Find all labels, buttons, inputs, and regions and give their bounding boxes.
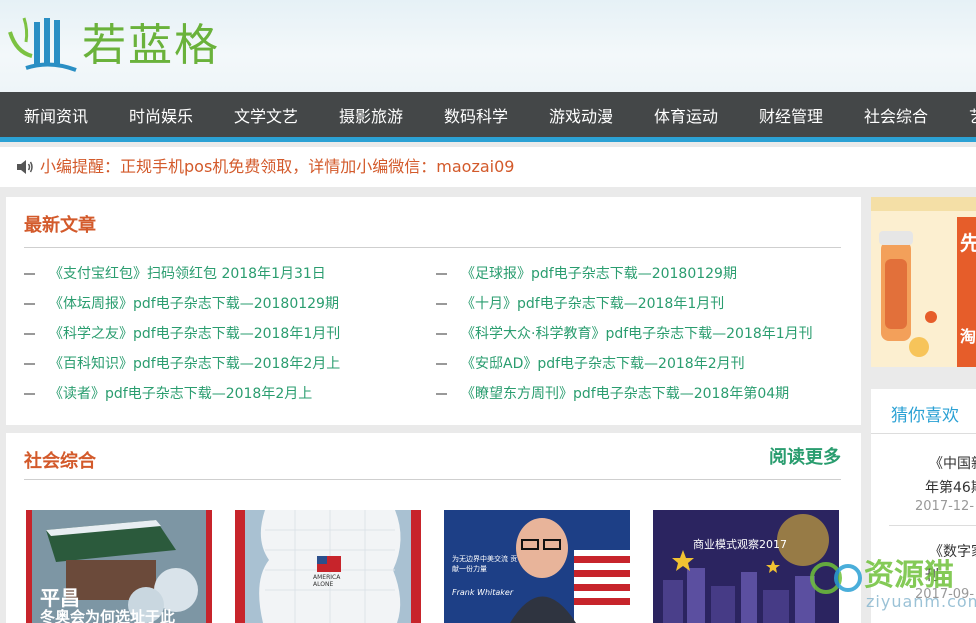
nav-item-games-anime[interactable]: 游戏动漫	[549, 92, 613, 137]
divider	[24, 247, 841, 248]
article-thumbnail[interactable]: 商业模式观察2017	[653, 510, 839, 623]
nav-item-digital-science[interactable]: 数码科学	[444, 92, 508, 137]
read-more-link[interactable]: 阅读更多	[769, 443, 841, 469]
notice-bar: 小编提醒：正规手机pos机免费领取，详情加小编微信：maozai09	[0, 147, 976, 187]
list-item[interactable]: 《科学大众·科学教育》pdf电子杂志下载—2018年1月刊	[436, 319, 813, 349]
ad-text: 先	[960, 231, 976, 255]
city-night-cover-image	[653, 510, 839, 623]
nav-item-fashion[interactable]: 时尚娱乐	[129, 92, 193, 137]
latest-articles-title: 最新文章	[24, 215, 96, 236]
nav-item-finance[interactable]: 财经管理	[759, 92, 823, 137]
site-logo-text[interactable]: 若蓝格	[82, 18, 220, 74]
nav-item-news[interactable]: 新闻资讯	[24, 92, 88, 137]
list-item[interactable]: 《科学之友》pdf电子杂志下载—2018年1月刊	[24, 319, 340, 349]
list-item[interactable]: 《十月》pdf电子杂志下载—2018年1月刊	[436, 289, 724, 319]
divider	[871, 433, 976, 434]
article-thumbnail[interactable]: 平昌 冬奥会为何选址于此	[26, 510, 212, 623]
sidebar-item-date: 2017-09-	[915, 587, 975, 602]
book-logo-icon[interactable]	[6, 12, 80, 76]
main-nav: 新闻资讯 时尚娱乐 文学文艺 摄影旅游 数码科学 游戏动漫 体育运动 财经管理 …	[0, 92, 976, 142]
sidebar-ad-banner[interactable]: 先 淘	[871, 197, 976, 367]
site-header: 若蓝格	[0, 0, 976, 92]
sidebar-item-link[interactable]: 《中国新	[929, 453, 976, 473]
sidebar-item-link[interactable]: 年第46期	[925, 477, 976, 497]
list-item[interactable]: 《体坛周报》pdf电子杂志下载—20180129期	[24, 289, 339, 319]
list-item[interactable]: 《足球报》pdf电子杂志下载—20180129期	[436, 259, 737, 289]
divider	[24, 479, 841, 480]
social-section-panel: 社会综合 阅读更多 平昌 冬奥会为何选址于此 AMERICA ALONE 为无边…	[6, 433, 861, 623]
list-item[interactable]: 《安邸AD》pdf电子杂志下载—2018年2月刊	[436, 349, 745, 379]
thumbnail-subcaption: 冬奥会为何选址于此	[40, 608, 176, 623]
sidebar-recommend: 猜你喜欢 《中国新 年第46期 2017-12- 《数字家 刊 2017-09-	[871, 389, 976, 623]
sidebar-recommend-title: 猜你喜欢	[891, 406, 959, 426]
social-section-title[interactable]: 社会综合	[24, 447, 96, 473]
article-thumbnail[interactable]: 为无边界中美交流 贡献一份力量 Frank Whitaker	[444, 510, 630, 623]
speaker-icon	[17, 160, 33, 174]
list-item[interactable]: 《瞭望东方周刊》pdf电子杂志下载—2018年第04期	[436, 379, 789, 409]
sidebar-item-link[interactable]: 《数字家	[929, 541, 976, 561]
thumbnail-caption: 为无边界中美交流 贡献一份力量	[452, 555, 518, 573]
map-cover-image	[235, 510, 421, 623]
sidebar-item-link[interactable]: 刊	[925, 565, 939, 585]
latest-articles-panel: 最新文章 《支付宝红包》扫码领红包 2018年1月31日 《足球报》pdf电子杂…	[6, 197, 861, 425]
thumbnail-caption: 商业模式观察2017	[693, 538, 787, 551]
nav-item-art[interactable]: 艺	[969, 92, 976, 137]
nav-item-society[interactable]: 社会综合	[864, 92, 928, 137]
nav-item-literature[interactable]: 文学文艺	[234, 92, 298, 137]
sidebar-item-date: 2017-12-	[915, 499, 975, 514]
thumbnail-subcaption: Frank Whitaker	[452, 588, 514, 597]
list-item[interactable]: 《支付宝红包》扫码领红包 2018年1月31日	[24, 259, 326, 289]
list-item[interactable]: 《百科知识》pdf电子杂志下载—2018年2月上	[24, 349, 340, 379]
list-item[interactable]: 《读者》pdf电子杂志下载—2018年2月上	[24, 379, 312, 409]
divider	[889, 525, 976, 526]
thumbnail-caption: AMERICA ALONE	[313, 574, 341, 588]
article-thumbnail[interactable]: AMERICA ALONE	[235, 510, 421, 623]
ad-text: 淘	[960, 327, 976, 346]
nav-item-sports[interactable]: 体育运动	[654, 92, 718, 137]
nav-item-photo-travel[interactable]: 摄影旅游	[339, 92, 403, 137]
notice-text[interactable]: 小编提醒：正规手机pos机免费领取，详情加小编微信：maozai09	[40, 147, 514, 187]
